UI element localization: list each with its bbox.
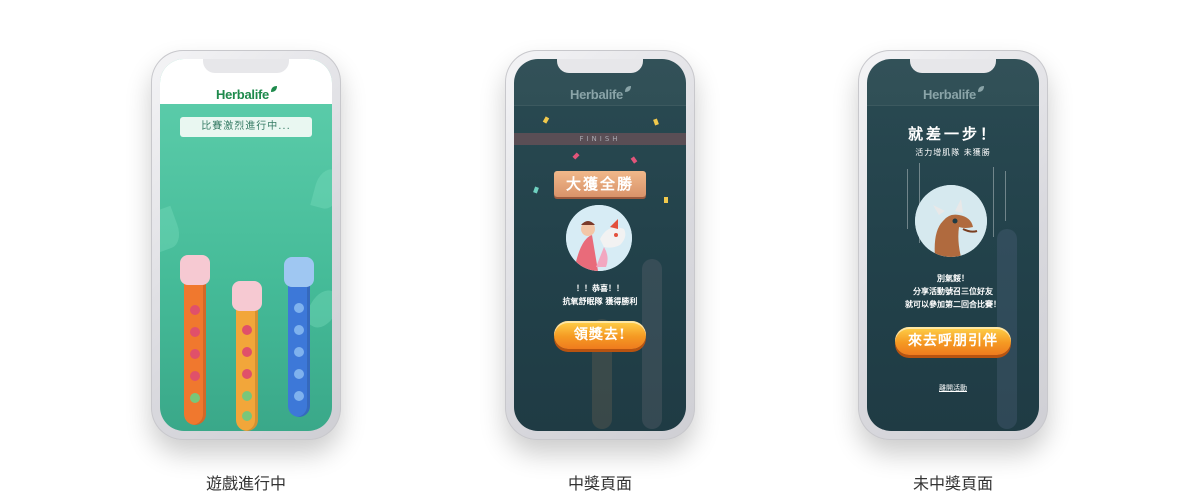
leaf-icon <box>270 81 277 92</box>
phone-mockup-win: Herbalife FINISH 大獲全勝 ！！恭喜！！ 抗氧舒眠隊 獲得勝利 … <box>505 50 695 440</box>
winner-illustration <box>566 205 632 271</box>
brand-logo: Herbalife <box>514 81 686 102</box>
dragon-boat-blue <box>284 257 314 417</box>
rower-icon <box>242 411 252 421</box>
confetti <box>542 116 550 124</box>
screen-playing: Herbalife 比賽激烈進行中... <box>160 59 332 431</box>
confetti <box>653 118 659 126</box>
confetti <box>630 156 638 164</box>
rower-icon <box>190 327 200 337</box>
claim-prize-button[interactable]: 領獎去! <box>554 321 646 349</box>
second-round-text: 就可以參加第二回合比賽！ <box>905 300 1001 309</box>
foliage-decoration <box>160 205 185 253</box>
caption-lose: 未中獎頁面 <box>912 474 993 493</box>
winner-team-text: 抗氧舒眠隊 獲得勝利 <box>562 297 638 306</box>
rower-icon <box>294 369 304 379</box>
finish-line: FINISH <box>514 133 686 145</box>
dragon-icon <box>915 185 987 257</box>
losing-team-text: 活力增肌隊 未獲勝 <box>915 148 991 157</box>
dragon-head-icon <box>180 255 210 285</box>
rower-icon <box>190 349 200 359</box>
screen-win: Herbalife FINISH 大獲全勝 ！！恭喜！！ 抗氧舒眠隊 獲得勝利 … <box>514 59 686 431</box>
leave-activity-link[interactable]: 離開活動 <box>867 383 1039 393</box>
brand-logo: Herbalife <box>867 81 1039 102</box>
rower-icon <box>190 371 200 381</box>
rower-icon <box>294 347 304 357</box>
race-status-banner: 比賽激烈進行中... <box>180 117 312 137</box>
phone-mockup-playing: Herbalife 比賽激烈進行中... <box>151 50 341 440</box>
caption-playing: 遊戲進行中 <box>205 474 286 493</box>
phone-notch <box>910 59 996 73</box>
rower-icon <box>242 325 252 335</box>
speed-line <box>907 169 908 229</box>
brand-logo: Herbalife <box>160 81 332 102</box>
dragon-head-icon <box>284 257 314 287</box>
rower-icon <box>190 305 200 315</box>
dragon-illustration <box>915 185 987 257</box>
leaf-icon <box>624 81 631 92</box>
confetti <box>533 186 539 194</box>
rower-icon <box>294 303 304 313</box>
phone-mockup-lose: Herbalife 就差一步！ 活力增肌隊 未獲勝 別氣餒！ 分享活動號召三位好… <box>858 50 1048 440</box>
dragon-head-icon <box>232 281 262 311</box>
screen-lose: Herbalife 就差一步！ 活力增肌隊 未獲勝 別氣餒！ 分享活動號召三位好… <box>867 59 1039 431</box>
brand-name: Herbalife <box>570 87 623 102</box>
rower-icon <box>242 347 252 357</box>
foliage-decoration <box>310 166 332 212</box>
dragon-boat-yellow <box>232 281 262 431</box>
share-instruction-text: 分享活動號召三位好友 <box>913 287 993 296</box>
brand-name: Herbalife <box>216 87 269 102</box>
dragon-and-rower-icon <box>566 205 632 271</box>
brand-name: Herbalife <box>923 87 976 102</box>
rower-icon <box>242 391 252 401</box>
encourage-text: 別氣餒！ <box>937 274 969 283</box>
leaf-icon <box>977 81 984 92</box>
confetti <box>572 152 580 160</box>
phone-notch <box>557 59 643 73</box>
congrats-text: ！！恭喜！！ <box>576 284 624 293</box>
dragon-boat-orange <box>180 255 210 425</box>
speed-line <box>993 167 994 237</box>
rower-icon <box>294 391 304 401</box>
speed-line <box>1005 171 1006 221</box>
phone-notch <box>203 59 289 73</box>
rower-icon <box>294 325 304 335</box>
rower-icon <box>190 393 200 403</box>
caption-win: 中獎頁面 <box>567 474 632 493</box>
lose-title: 就差一步！ <box>907 125 998 143</box>
rower-icon <box>242 369 252 379</box>
invite-friends-button[interactable]: 來去呼朋引伴 <box>895 327 1011 355</box>
confetti <box>664 197 668 203</box>
win-ribbon: 大獲全勝 <box>544 171 656 201</box>
